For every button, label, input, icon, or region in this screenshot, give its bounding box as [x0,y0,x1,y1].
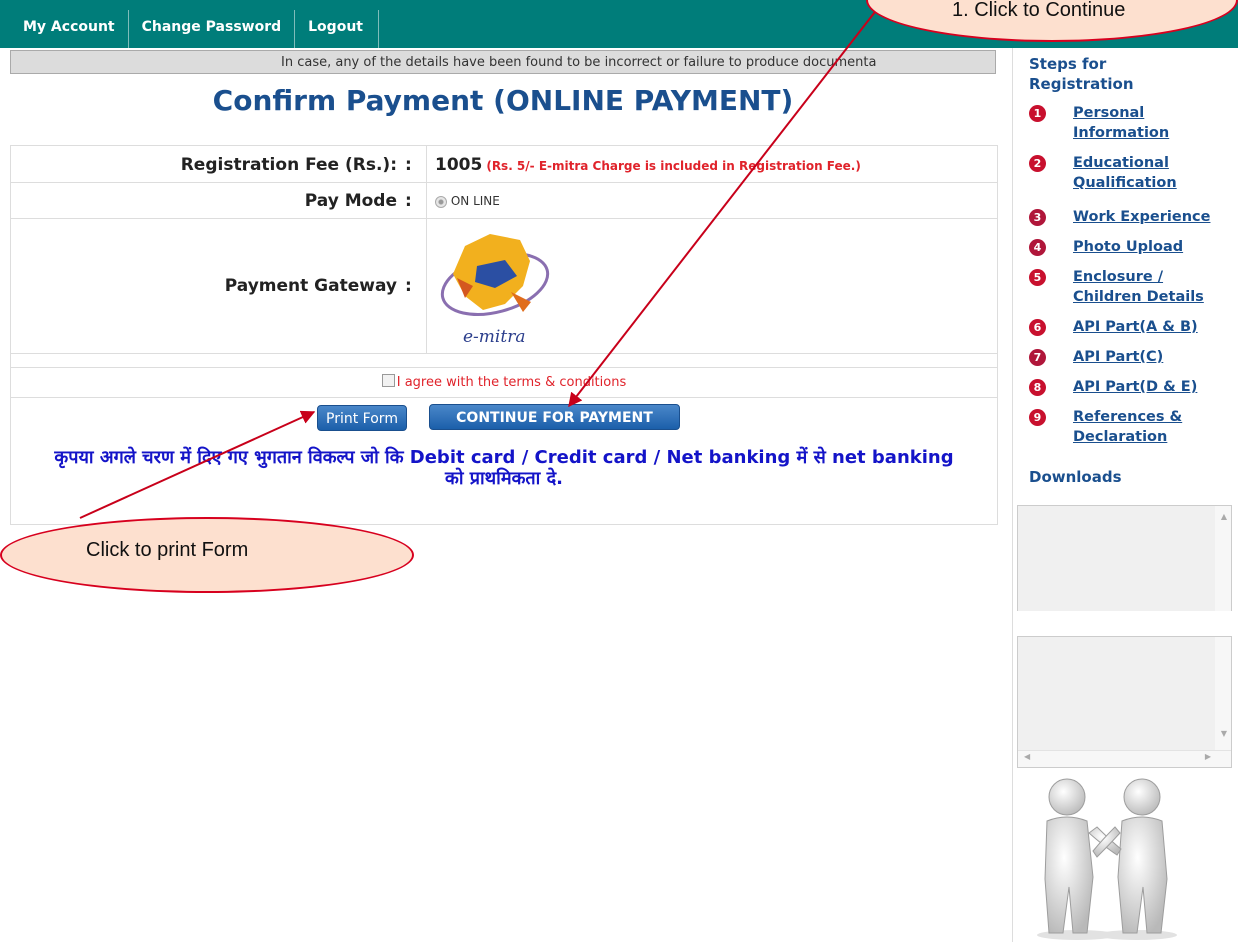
step-item-1[interactable]: 1 Personal Information [1029,103,1234,143]
buttons-row: Print Form CONTINUE FOR PAYMENT [11,397,997,437]
step-number-badge: 6 [1029,319,1046,336]
step-link-line1[interactable]: API Part(A & B) [1073,317,1198,337]
column-divider [426,182,427,218]
step-link-line1[interactable]: Enclosure / [1073,267,1204,287]
fee-value: 1005 [435,155,483,175]
step-link-line2[interactable]: Declaration [1073,427,1182,447]
step-number-badge: 2 [1029,155,1046,172]
column-divider [426,146,427,182]
nav-change-password[interactable]: Change Password [129,10,296,48]
downloads-box-bottom[interactable]: ▼ ◀ ▶ [1017,636,1232,768]
spacer-row [11,353,997,368]
horizontal-scrollbar[interactable]: ◀ ▶ [1018,750,1231,767]
paymode-option-label: ON LINE [450,194,500,208]
emitra-logo: e-mitra [435,226,555,348]
step-item-9[interactable]: 9 References & Declaration [1029,407,1234,447]
continue-payment-button[interactable]: CONTINUE FOR PAYMENT [429,404,680,430]
terms-checkbox[interactable] [381,374,395,387]
notice-text: In case, any of the details have been fo… [281,55,877,70]
callout-continue-text: 1. Click to Continue [952,0,1126,21]
scroll-right-icon[interactable]: ▶ [1205,752,1211,761]
nav-menu: My Account Change Password Logout [10,10,379,48]
step-item-4[interactable]: 4 Photo Upload [1029,237,1234,257]
callout-print-text: Click to print Form [86,539,249,561]
step-link[interactable]: API Part(C) [1073,347,1163,367]
scroll-up-icon[interactable]: ▲ [1221,512,1227,521]
payment-panel: Registration Fee (Rs.): : 1005 (Rs. 5/- E… [10,145,998,525]
netbanking-notice-line1: कृपया अगले चरण में दिए गए भुगतान विकल्प … [54,447,954,468]
step-link-line1[interactable]: Personal [1073,103,1169,123]
vertical-scrollbar[interactable] [1215,506,1231,611]
fee-colon: : [405,155,412,175]
gateway-row: Payment Gateway : e-mitra [11,218,997,354]
emitra-logo-text: e-mitra [463,327,525,347]
step-link[interactable]: API Part(A & B) [1073,317,1198,337]
step-number-badge: 7 [1029,349,1046,366]
print-form-button[interactable]: Print Form [317,405,407,431]
step-link-line1[interactable]: Photo Upload [1073,237,1183,257]
steps-heading-line2: Registration [1029,75,1134,93]
emitra-logo-graphic: e-mitra [440,234,550,347]
step-link-line1[interactable]: API Part(C) [1073,347,1163,367]
online-radio[interactable] [435,195,447,208]
downloads-box-top[interactable]: ▲ [1017,505,1232,611]
terms-row: I agree with the terms & conditions [11,367,997,398]
step-link[interactable]: Photo Upload [1073,237,1183,257]
paymode-colon: : [405,191,412,211]
netbanking-notice: कृपया अगले चरण में दिए गए भुगतान विकल्प … [11,447,997,489]
step-link-line2[interactable]: Children Details [1073,287,1204,307]
nav-my-account[interactable]: My Account [10,10,129,48]
paymode-row: Pay Mode : ON LINE [11,182,997,219]
step-number-badge: 8 [1029,379,1046,396]
step-item-2[interactable]: 2 Educational Qualification [1029,153,1234,193]
step-link[interactable]: Enclosure / Children Details [1073,267,1204,307]
step-link-line1[interactable]: References & [1073,407,1182,427]
gateway-label: Payment Gateway [224,276,397,296]
step-item-3[interactable]: 3 Work Experience [1029,207,1234,227]
gateway-colon: : [405,276,412,296]
fee-note: (Rs. 5/- E-mitra Charge is included in R… [486,159,861,173]
step-link[interactable]: References & Declaration [1073,407,1182,447]
fee-label: Registration Fee (Rs.): [180,155,397,175]
step-item-5[interactable]: 5 Enclosure / Children Details [1029,267,1234,307]
paymode-option: ON LINE [435,194,500,208]
step-link-line2[interactable]: Qualification [1073,173,1177,193]
step-number-badge: 4 [1029,239,1046,256]
step-link-line1[interactable]: Work Experience [1073,207,1210,227]
scroll-left-icon[interactable]: ◀ [1024,752,1030,761]
step-link[interactable]: Educational Qualification [1073,153,1177,193]
fee-row: Registration Fee (Rs.): : 1005 (Rs. 5/- E… [11,146,997,183]
step-link-line1[interactable]: Educational [1073,153,1177,173]
step-number-badge: 3 [1029,209,1046,226]
scroll-down-icon[interactable]: ▼ [1221,729,1227,738]
steps-heading: Steps for Registration [1029,54,1134,94]
step-link[interactable]: API Part(D & E) [1073,377,1197,397]
fee-value-wrap: 1005 (Rs. 5/- E-mitra Charge is included … [435,155,861,175]
downloads-heading: Downloads [1029,468,1122,486]
step-link[interactable]: Personal Information [1073,103,1169,143]
step-link-line1[interactable]: API Part(D & E) [1073,377,1197,397]
steps-heading-line1: Steps for [1029,55,1107,73]
nav-logout[interactable]: Logout [295,10,379,48]
step-item-7[interactable]: 7 API Part(C) [1029,347,1234,367]
callout-print: Click to print Form [0,517,414,593]
terms-label[interactable]: I agree with the terms & conditions [397,375,626,390]
vertical-scrollbar[interactable] [1215,637,1231,767]
step-number-badge: 9 [1029,409,1046,426]
step-link-line2[interactable]: Information [1073,123,1169,143]
terms-agreement: I agree with the terms & conditions [11,374,997,390]
step-number-badge: 5 [1029,269,1046,286]
page-title: Confirm Payment (ONLINE PAYMENT) [212,84,794,117]
step-item-8[interactable]: 8 API Part(D & E) [1029,377,1234,397]
step-item-6[interactable]: 6 API Part(A & B) [1029,317,1234,337]
step-number-badge: 1 [1029,105,1046,122]
handshake-image [1017,775,1192,940]
netbanking-notice-line2: को प्राथमिकता दे. [445,468,563,489]
notice-marquee: In case, any of the details have been fo… [10,50,996,74]
paymode-label: Pay Mode [304,191,397,211]
column-divider [426,218,427,353]
step-link[interactable]: Work Experience [1073,207,1210,227]
